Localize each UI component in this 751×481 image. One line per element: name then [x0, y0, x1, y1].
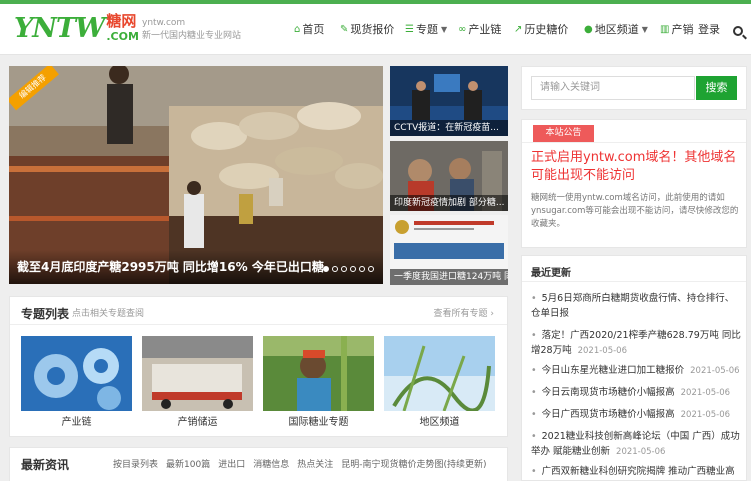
side-thumb-3[interactable]: 一季度我国进口糖124万吨 同比: [390, 215, 508, 285]
site-tagline: 新一代国内糖业专业网站: [142, 31, 242, 41]
slider-dot[interactable]: [359, 266, 365, 272]
chart-icon: ↗: [514, 23, 523, 35]
slider-dot[interactable]: [332, 266, 338, 272]
recent-updates-panel: 最近更新 • 5月6日郑商所白糖期货收盘行情、持仓排行、仓单日报 • 落定！广西20…: [521, 255, 747, 481]
site-logo[interactable]: YNTW 糖网 .COM: [14, 10, 139, 46]
topic-image: [142, 336, 253, 411]
topic-image: [263, 336, 374, 411]
nav-region-channel[interactable]: ● 地区频道 ▼: [584, 19, 648, 39]
news-title: 最新资讯: [21, 458, 70, 472]
logo-com: .COM: [106, 30, 139, 43]
location-icon: ●: [584, 23, 593, 35]
topics-hint: 点击相关专题查阅: [72, 309, 145, 319]
news-tab[interactable]: 按目录列表: [113, 457, 158, 470]
notice-tag: 本站公告: [533, 125, 594, 142]
list-item[interactable]: • 今日广西现货市场糖价小幅报高 2021-05-06: [531, 407, 743, 423]
nav-home[interactable]: ⌂ 首页: [294, 19, 324, 39]
search-input[interactable]: 请输入关键词: [531, 76, 695, 100]
topic-label[interactable]: 产业链: [21, 413, 132, 428]
search-icon[interactable]: [733, 26, 743, 36]
home-icon: ⌂: [294, 23, 301, 35]
news-tab[interactable]: 热点关注: [297, 457, 333, 470]
news-tab[interactable]: 昆明-南宁现货糖价走势图(持续更新): [341, 457, 486, 470]
latest-news-panel: 最新资讯 按目录列表 最新100篇 进出口 消糖信息 热点关注 昆明-南宁现货糖…: [9, 447, 508, 481]
news-tab[interactable]: 最新100篇: [166, 457, 210, 470]
chevron-down-icon: ▼: [641, 24, 648, 34]
recent-title: 最近更新: [531, 268, 571, 279]
bar-chart-icon: ▥: [660, 23, 670, 35]
topic-label[interactable]: 国际糖业专题: [263, 413, 374, 428]
topics-view-all-link[interactable]: 查看所有专题 ›: [434, 306, 494, 319]
logo-wordmark: YNTW: [14, 12, 105, 44]
list-item[interactable]: • 今日山东星光糖业进口加工糖报价 2021-05-06: [531, 363, 743, 379]
news-tab[interactable]: 消糖信息: [253, 457, 289, 470]
topic-image: [21, 336, 132, 411]
site-header: YNTW 糖网 .COM yntw.com 新一代国内糖业专业网站 ⌂ 首页 ✎ 现…: [0, 4, 751, 55]
notice-panel: 本站公告 正式启用yntw.com域名！其他域名可能出现不能访问 糖网统一使用y…: [521, 119, 747, 248]
side-thumb-2[interactable]: 印度新冠疫情加剧 部分糖...: [390, 141, 508, 211]
edit-icon: ✎: [340, 23, 349, 35]
search-button[interactable]: 搜索: [696, 76, 737, 100]
topic-image: [384, 336, 495, 411]
slider-dot[interactable]: [350, 266, 356, 272]
topic-label[interactable]: 产销储运: [142, 413, 253, 428]
chevron-down-icon: ▼: [440, 24, 448, 34]
nav-topics[interactable]: ☰ 专题 ▼: [405, 19, 447, 39]
news-tabs: 按目录列表 最新100篇 进出口 消糖信息 热点关注 昆明-南宁现货糖价走势图(…: [113, 457, 495, 470]
link-icon: ∞: [458, 23, 467, 35]
topics-title: 专题列表: [21, 307, 70, 321]
list-item[interactable]: • 今日云南现货市场糖价小幅报高 2021-05-06: [531, 385, 743, 401]
notice-headline[interactable]: 正式启用yntw.com域名！其他域名可能出现不能访问: [531, 149, 739, 185]
topic-card-region[interactable]: [384, 336, 495, 411]
site-info: yntw.com 新一代国内糖业专业网站: [142, 17, 241, 43]
notice-body: 糖网统一使用yntw.com域名访问，此前使用的请如ynsugar.com等可能…: [531, 193, 739, 229]
slider-dot[interactable]: [341, 266, 347, 272]
slider-dots: [323, 266, 374, 272]
topic-card-storage[interactable]: [142, 336, 253, 411]
nav-production-sales[interactable]: ▥ 产销: [660, 19, 693, 39]
nav-spot-price[interactable]: ✎ 现货报价: [340, 19, 394, 39]
side-thumb-1[interactable]: CCTV报道：在新冠疫苗...: [390, 66, 508, 136]
search-panel: 请输入关键词 搜索: [521, 66, 747, 110]
thumb-caption: 印度新冠疫情加剧 部分糖...: [390, 195, 508, 211]
list-icon: ☰: [405, 23, 414, 35]
thumb-caption: 一季度我国进口糖124万吨 同比: [390, 269, 508, 285]
site-domain: yntw.com: [142, 18, 186, 28]
news-tab[interactable]: 进出口: [218, 457, 245, 470]
topic-card-international[interactable]: [263, 336, 374, 411]
slider-dot[interactable]: [368, 266, 374, 272]
nav-industry-chain[interactable]: ∞ 产业链: [458, 19, 501, 39]
topics-panel: 专题列表 点击相关专题查阅 查看所有专题 › 产业链 产销储运 国际糖业专题 地…: [9, 296, 508, 437]
topic-label[interactable]: 地区频道: [384, 413, 495, 428]
nav-history-price[interactable]: ↗ 历史糖价: [514, 19, 568, 39]
list-item[interactable]: • 广西双新糖业科创研究院揭牌 推动广西糖业高: [531, 464, 743, 479]
logo-cn: 糖网: [106, 12, 137, 30]
list-item[interactable]: • 5月6日郑商所白糖期货收盘行情、持仓排行、仓单日报: [531, 291, 743, 321]
list-item[interactable]: • 2021糖业科技创新高峰论坛（中国 广西）成功举办 赋能糖业创新 2021-05…: [531, 429, 743, 460]
thumb-caption: CCTV报道：在新冠疫苗...: [390, 120, 508, 136]
topic-card-industry-chain[interactable]: [21, 336, 132, 411]
slider-dot[interactable]: [323, 266, 329, 272]
featured-slider[interactable]: 编辑推荐 截至4月底印度产糖2995万吨 同比增16% 今年已出口糖: [9, 66, 383, 284]
list-item[interactable]: • 落定！广西2020/21榨季产糖628.79万吨 同比增28万吨 2021-05…: [531, 328, 743, 359]
nav-login[interactable]: 登录: [698, 19, 720, 39]
